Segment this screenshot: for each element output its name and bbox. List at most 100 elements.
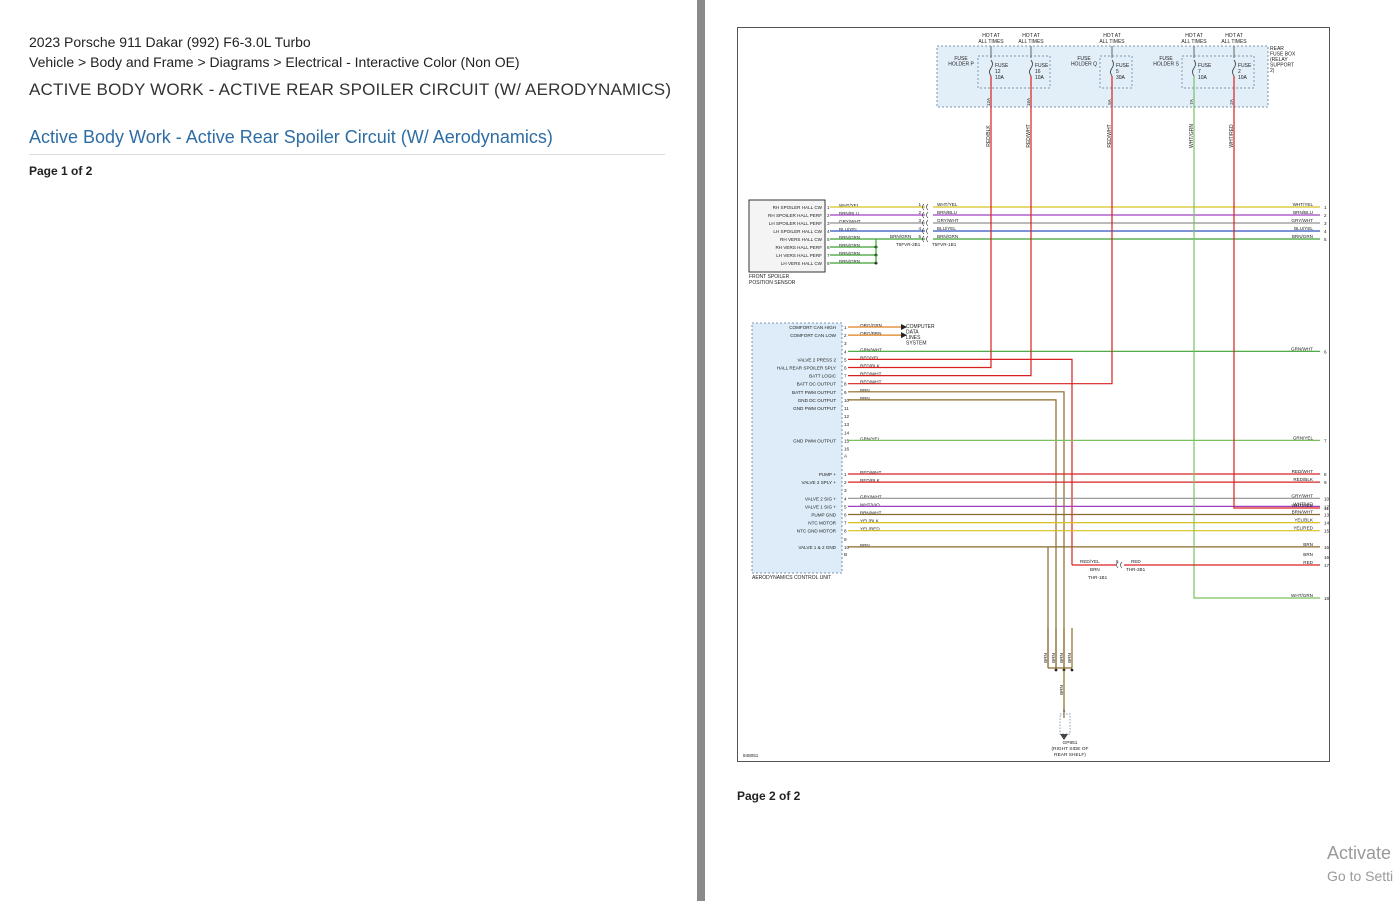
connector-wire-label: GRY/WHT xyxy=(937,218,959,223)
sensor-pin-label: LH SPOILER HALL PERF xyxy=(769,221,822,226)
fuse-holder-label: HOLDER S xyxy=(1153,62,1179,68)
left-page: 2023 Porsche 911 Dakar (992) F6-3.0L Tur… xyxy=(0,0,697,901)
fuse-holder-label: HOLDER Q xyxy=(1071,62,1097,68)
wire-red-yel xyxy=(848,358,1073,565)
output-pin-number: 9 xyxy=(1324,480,1327,485)
ground-wire-label: BRN xyxy=(1043,653,1048,663)
sensor-pin-number: 2 xyxy=(827,213,830,218)
thr-connector-label: THR-2B1 xyxy=(1126,567,1146,572)
inline-connector-label: T5FVR-2B1 xyxy=(896,242,921,247)
output-wire-label: GRY/WHT xyxy=(1291,218,1313,223)
computer-data-lines-label: SYSTEM xyxy=(906,341,927,347)
ground-symbol xyxy=(1060,734,1068,740)
output-wire-label: WHT/YEL xyxy=(1293,202,1314,207)
output-wire-label: BLU/YEL xyxy=(1294,226,1313,231)
output-pin-number: 8 xyxy=(1324,472,1327,477)
ecu-pin-number: 3 xyxy=(844,341,847,346)
wiring-diagram-svg: REARFUSE BOX(RELAYSUPPORT2)HOT ATALL TIM… xyxy=(743,33,1330,758)
sensor-pin-number: 5 xyxy=(827,237,830,242)
output-pin-number: 18 xyxy=(1324,596,1329,601)
ecu-pin-number: 14 xyxy=(844,430,850,435)
sensor-pin-number: 1 xyxy=(827,205,830,210)
breadcrumb[interactable]: Vehicle > Body and Frame > Diagrams > El… xyxy=(29,54,520,70)
inline-wire-label: BRN/GRN xyxy=(890,234,911,239)
ecu-pin-number: 3 xyxy=(844,488,847,493)
ecu-pin-label: GND PWM OUTPUT xyxy=(793,438,836,443)
inline-connector-label: T5FVR-1B1 xyxy=(932,242,957,247)
thr-pin-number: 6 xyxy=(1116,559,1119,564)
fuse-pin-number: 2A xyxy=(1229,99,1234,105)
ground-pin-number: 1 xyxy=(1063,708,1066,713)
output-wire-label: YEL/RED xyxy=(1293,526,1313,531)
ecu-pin-number: 1 xyxy=(844,325,847,330)
ecu-pin-number: 11 xyxy=(844,406,849,411)
ecu-pin-label: HALL REAR SPOILER SPLY xyxy=(777,366,836,371)
ground-name: GP851 xyxy=(1063,740,1078,746)
inline-pin-number: 4 xyxy=(918,226,921,231)
fuse-pin-number: 5A xyxy=(1107,99,1112,105)
ecu-pin-number: 5 xyxy=(844,504,847,509)
page-divider xyxy=(697,0,705,901)
output-pin-number: 16 xyxy=(1324,545,1329,550)
ground-name: (RIGHT SIDE OF xyxy=(1052,746,1089,752)
inline-pin-number: 2 xyxy=(918,210,921,215)
output-pin-number: 11 xyxy=(1324,506,1329,511)
fuse-name: 10A xyxy=(995,75,1005,81)
inline-pin-number: 3 xyxy=(918,218,921,223)
output-wire-label: BRN/BLU xyxy=(1293,210,1313,215)
ground-connector xyxy=(1059,713,1071,735)
wire-brn xyxy=(848,391,1065,668)
fuse-pin-number: 16A xyxy=(1026,98,1031,106)
diagram-code: 848051 xyxy=(743,753,759,758)
output-pin-number: 1 xyxy=(1324,205,1327,210)
sensor-pin-label: LH VERS HALL PERF xyxy=(776,253,822,258)
hot-at-all-times-label: ALL TIMES xyxy=(1181,39,1207,45)
fuse-pin-number: 7A xyxy=(1189,99,1194,105)
ecu-pin-number: 2 xyxy=(844,480,847,485)
ecu-pin-number: 13 xyxy=(844,422,850,427)
ground-wire-label: BRN xyxy=(1059,653,1064,663)
activation-watermark-sub: Go to Setti xyxy=(1327,868,1394,884)
ecu-pin-number: 8 xyxy=(844,382,847,387)
connector-wire-label: WHT/YEL xyxy=(937,202,958,207)
ecu-pin-label: COMFORT CAN HIGH xyxy=(789,325,836,330)
fuse-holder-label: HOLDER P xyxy=(948,62,974,68)
output-wire-label: GRY/WHT xyxy=(1291,493,1313,498)
wire-wht-grn xyxy=(1193,108,1320,599)
output-pin-number: 10 xyxy=(1324,496,1329,501)
ecu-pin-label: VALVE 1 SIG + xyxy=(805,504,836,509)
fuse-pin-number: 12A xyxy=(986,98,991,106)
ecu-pin-label: VALVE 2 PRESS 2 xyxy=(797,357,836,362)
ecu-pin-label: VALVE 2 SIG + xyxy=(805,496,836,501)
output-pin-number: 13 xyxy=(1324,513,1329,518)
page-2-label: Page 2 of 2 xyxy=(737,789,801,803)
thr-wire-label: RED xyxy=(1131,559,1141,564)
diagram-link[interactable]: Active Body Work - Active Rear Spoiler C… xyxy=(29,127,553,148)
activation-watermark: Activate xyxy=(1327,843,1392,863)
ecu-pin-label: VALVE 1 & 2 GND xyxy=(798,545,836,550)
output-wire-label: BRN xyxy=(1303,552,1313,557)
inline-pin-number: 1 xyxy=(918,202,921,207)
ecu-connector-b: B xyxy=(844,552,847,557)
ecu-pin-label: GND PWM OUTPUT xyxy=(793,406,836,411)
ecu-pin-label: GND DC OUTPUT xyxy=(798,398,836,403)
sensor-pin-number: 7 xyxy=(827,253,830,258)
ecu-pin-label: NTC GND MOTOR xyxy=(797,529,837,534)
output-pin-number: 14 xyxy=(1324,521,1329,526)
ecu-pin-number: 2 xyxy=(844,333,847,338)
sensor-pin-label: RH VERS HALL PERF xyxy=(775,245,822,250)
output-wire-label: RED/BLK xyxy=(1293,477,1314,482)
ecu-pin-number: 5 xyxy=(844,357,847,362)
sensor-pin-number: 3 xyxy=(827,221,830,226)
connector-wire-label: BRN/GRN xyxy=(937,234,958,239)
output-wire-label: BRN/WHT xyxy=(1292,510,1314,515)
sensor-pin-number: 4 xyxy=(827,229,830,234)
hot-at-all-times-label: ALL TIMES xyxy=(978,39,1004,45)
wiring-diagram: REAR FUSE BOX (RELAY SUPPORT 2) HOT AT ALL TIM… xyxy=(737,27,1330,762)
fuse-name: 10A xyxy=(1035,75,1045,81)
ecu-pin-label: VALVE 2 SPLY + xyxy=(801,480,836,485)
fuse-box-name: 2) xyxy=(1270,68,1275,74)
splice-dot xyxy=(1070,668,1074,672)
output-wire-label: GRN/YEL xyxy=(1293,435,1314,440)
ecu-pin-number: 1 xyxy=(844,472,847,477)
